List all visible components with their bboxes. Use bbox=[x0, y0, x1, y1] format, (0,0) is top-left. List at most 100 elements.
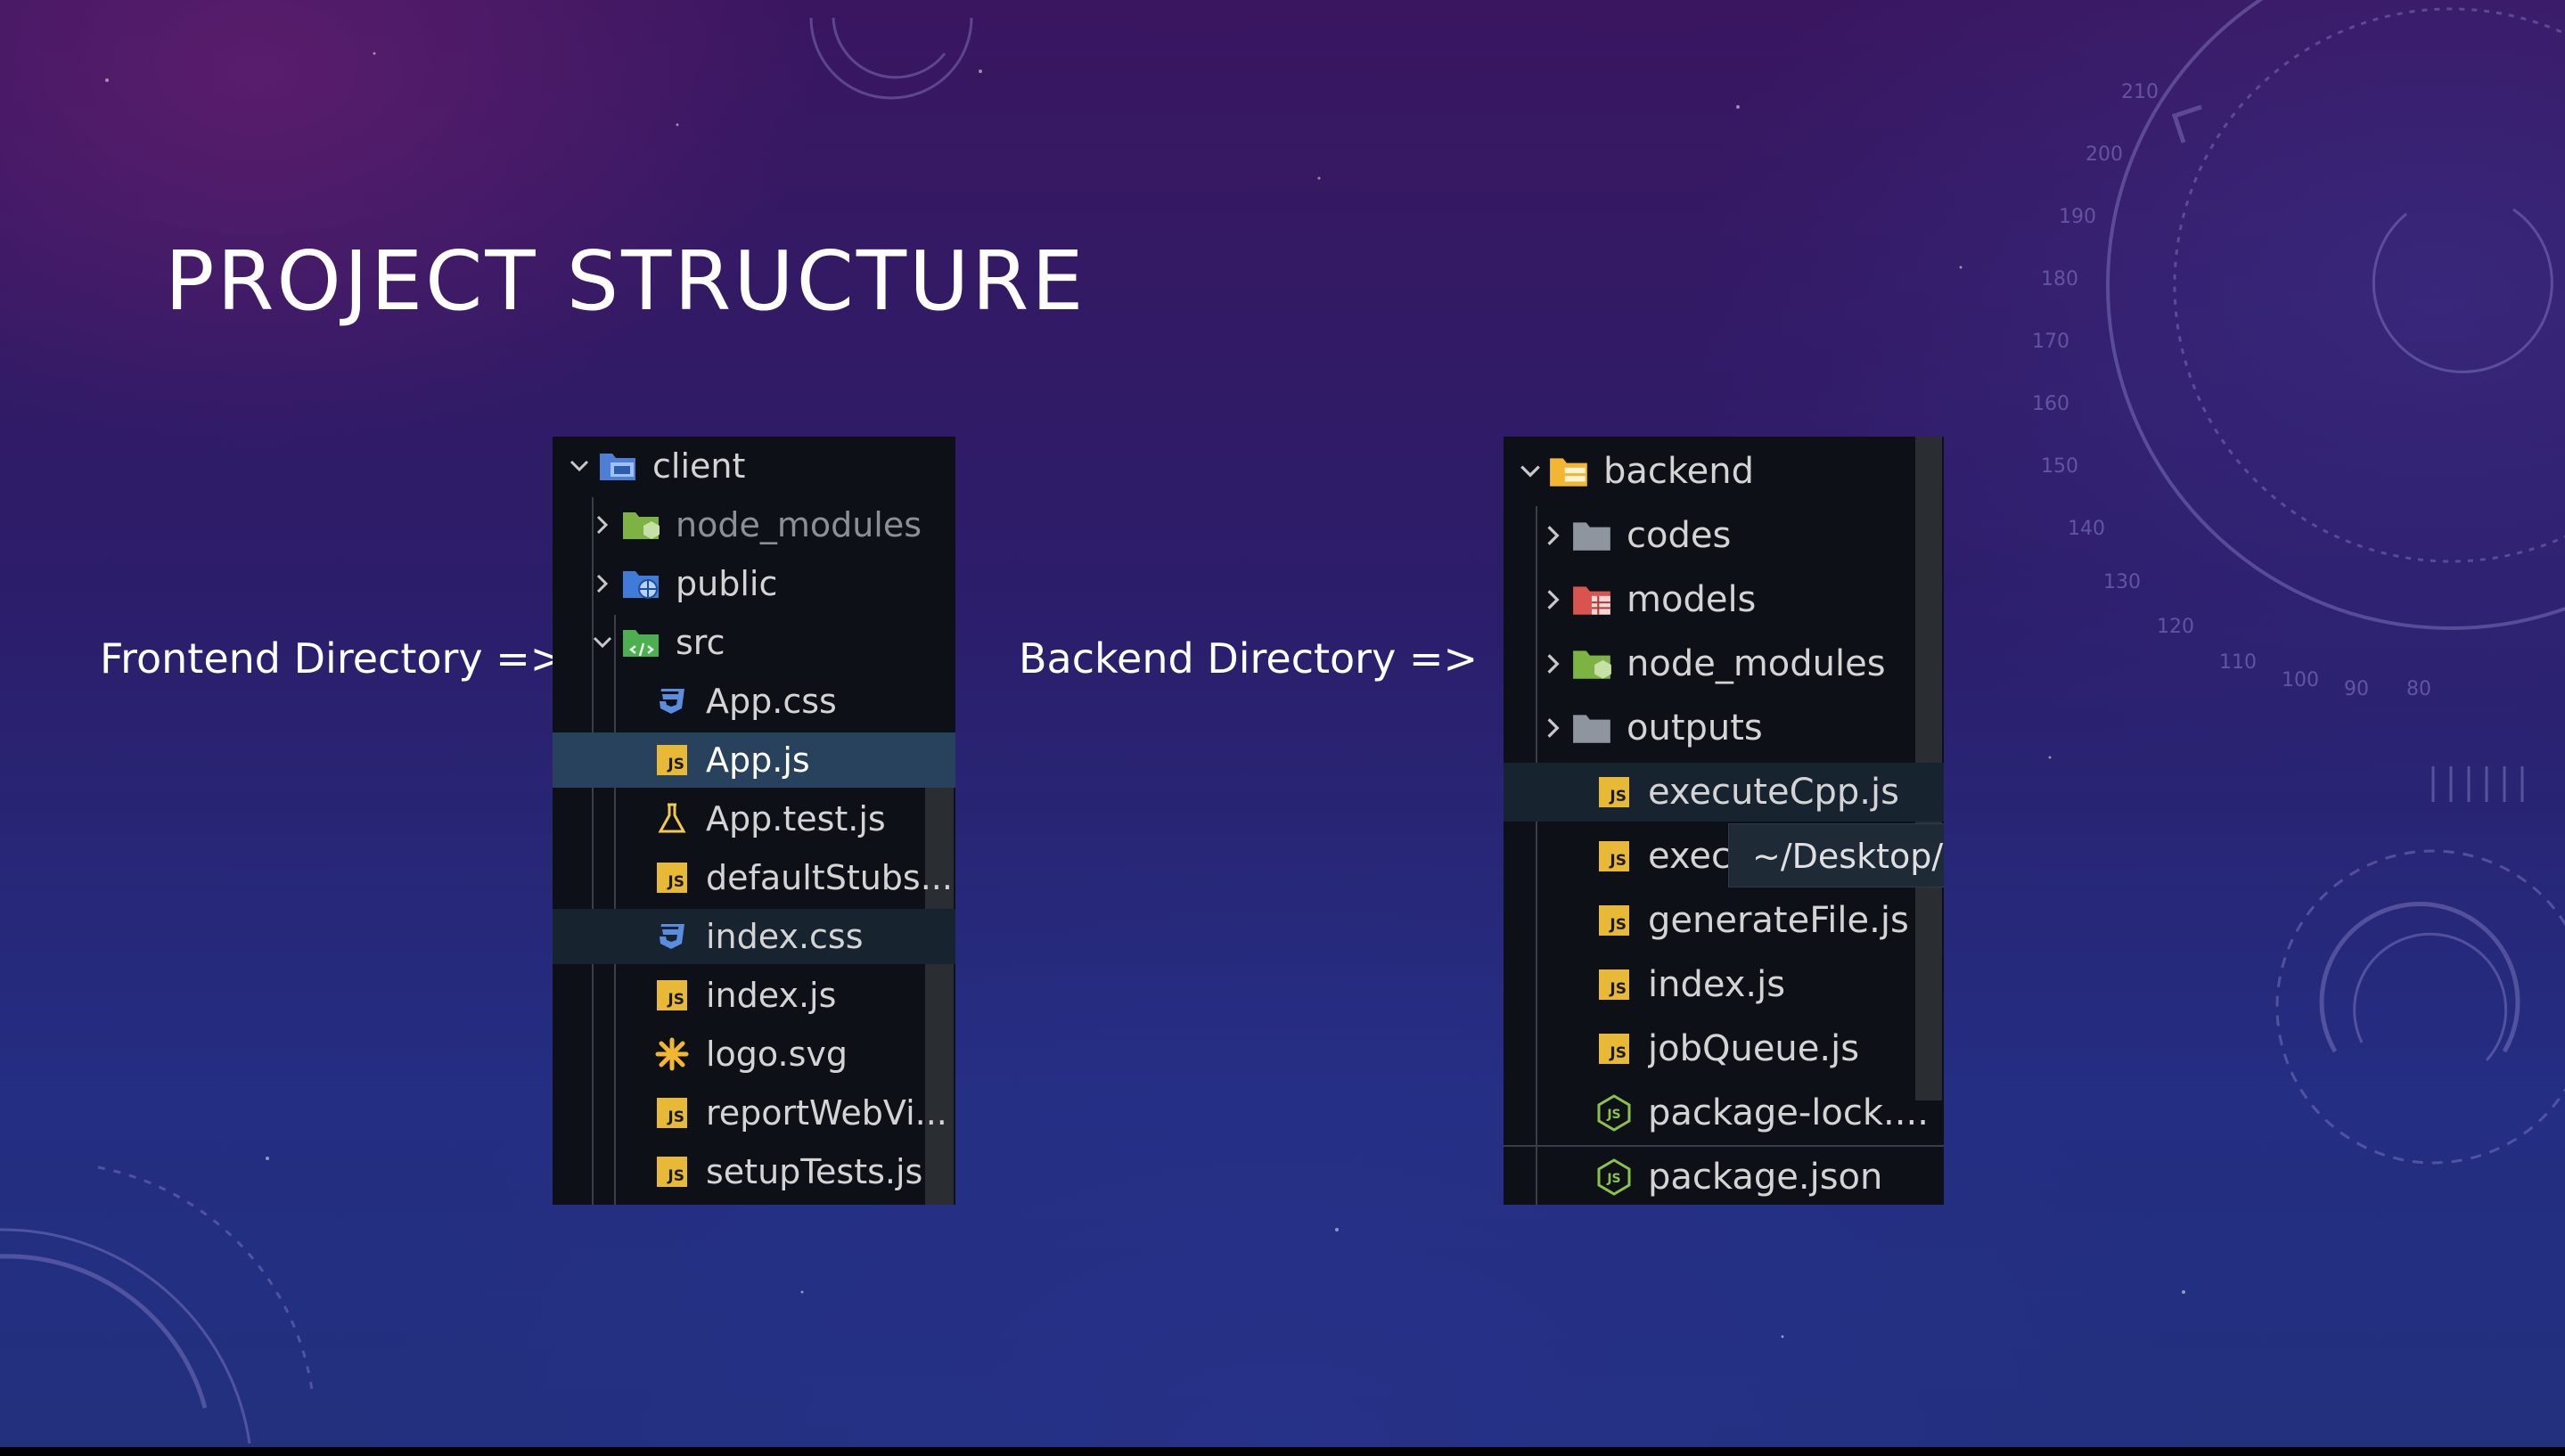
css-file-icon bbox=[651, 680, 693, 723]
tree-item-outputs[interactable]: outputs bbox=[1504, 699, 1944, 757]
tree-item-label: src bbox=[676, 623, 725, 662]
tree-item-label: index.css bbox=[706, 917, 864, 956]
tree-item-node-modules[interactable]: node_modules bbox=[1504, 634, 1944, 693]
svg-text:110: 110 bbox=[2219, 651, 2257, 674]
models-folder-icon bbox=[1571, 578, 1614, 621]
svg-text:140: 140 bbox=[2068, 518, 2105, 540]
tree-item-src[interactable]: src bbox=[553, 615, 955, 670]
svg-text:210: 210 bbox=[2121, 81, 2159, 103]
tree-item-backend[interactable]: backend bbox=[1504, 442, 1944, 501]
tree-item-label: exec bbox=[1648, 836, 1731, 877]
client-folder-icon bbox=[597, 445, 640, 487]
tree-item-label: codes bbox=[1627, 515, 1732, 556]
path-tooltip: ~/Desktop/F bbox=[1728, 823, 1944, 888]
backend-explorer: backend codes models node_modules output… bbox=[1504, 437, 1944, 1205]
chevron-down-icon bbox=[585, 631, 620, 654]
tree-item-label: App.js bbox=[706, 740, 810, 780]
tree-item-package-json[interactable]: JS package.json bbox=[1504, 1148, 1944, 1205]
tree-item-label: jobQueue.js bbox=[1648, 1028, 1860, 1069]
tree-item-public[interactable]: public bbox=[553, 556, 955, 611]
svg-text:120: 120 bbox=[2157, 616, 2194, 638]
tree-item-setup-tests[interactable]: JS setupTests.js bbox=[553, 1144, 955, 1199]
node-folder-icon bbox=[1571, 642, 1614, 685]
tree-item-label: client bbox=[652, 446, 746, 486]
tree-item-label: node_modules bbox=[676, 505, 922, 544]
svg-text:200: 200 bbox=[2086, 143, 2123, 166]
tree-item-default-stubs[interactable]: JS defaultStubs... bbox=[553, 850, 955, 905]
js-file-icon: JS bbox=[1593, 899, 1635, 942]
tree-item-label: App.test.js bbox=[706, 799, 886, 838]
tree-item-job-queue[interactable]: JS jobQueue.js bbox=[1504, 1019, 1944, 1078]
js-file-icon: JS bbox=[1593, 835, 1635, 878]
tree-item-label: index.js bbox=[706, 976, 837, 1015]
slide-title: PROJECT STRUCTURE bbox=[165, 233, 1086, 329]
chevron-down-icon bbox=[561, 454, 597, 478]
svg-text:JS: JS bbox=[1606, 1108, 1620, 1122]
chevron-right-icon bbox=[585, 572, 620, 595]
node-hex-icon: JS bbox=[1593, 1156, 1635, 1198]
tree-item-codes[interactable]: codes bbox=[1504, 506, 1944, 565]
node-folder-icon bbox=[620, 503, 663, 546]
tree-item-label: logo.svg bbox=[706, 1035, 848, 1074]
tree-item-app-css[interactable]: App.css bbox=[553, 674, 955, 729]
tree-item-node-modules[interactable]: node_modules bbox=[553, 497, 955, 552]
tree-item-logo-svg[interactable]: logo.svg bbox=[553, 1027, 955, 1082]
tree-item-label: index.js bbox=[1648, 964, 1786, 1005]
chevron-right-icon bbox=[1536, 523, 1571, 548]
svg-text:130: 130 bbox=[2103, 571, 2141, 593]
svg-asterisk-icon bbox=[651, 1033, 693, 1076]
tree-item-label: outputs bbox=[1627, 708, 1763, 748]
tree-item-package-lock[interactable]: JS package-lock.... bbox=[1504, 1084, 1944, 1142]
folder-icon bbox=[1571, 707, 1614, 749]
src-folder-icon bbox=[620, 621, 663, 664]
tree-item-report-web-vitals[interactable]: JS reportWebVi... bbox=[553, 1085, 955, 1141]
tree-item-label: generateFile.js bbox=[1648, 900, 1909, 941]
tree-item-label: package.json bbox=[1648, 1157, 1883, 1198]
tree-item-index-js[interactable]: JS index.js bbox=[553, 968, 955, 1023]
tree-item-label: node_modules bbox=[1627, 643, 1886, 684]
js-file-icon: JS bbox=[651, 974, 693, 1017]
tree-item-index-css[interactable]: index.css bbox=[553, 909, 955, 964]
svg-text:170: 170 bbox=[2032, 331, 2069, 353]
chevron-right-icon bbox=[1536, 651, 1571, 676]
tree-item-app-js[interactable]: JS App.js bbox=[553, 732, 955, 788]
tree-item-models[interactable]: models bbox=[1504, 570, 1944, 629]
js-file-icon: JS bbox=[651, 1150, 693, 1193]
tree-item-index-js[interactable]: JS index.js bbox=[1504, 955, 1944, 1014]
server-folder-icon bbox=[1548, 450, 1591, 493]
backend-label: Backend Directory => bbox=[1019, 634, 1479, 683]
tree-item-label: package-lock.... bbox=[1648, 1092, 1929, 1133]
tree-item-client[interactable]: client bbox=[553, 438, 955, 494]
svg-text:80: 80 bbox=[2406, 678, 2431, 700]
bottom-bar bbox=[0, 1447, 2565, 1456]
js-file-icon: JS bbox=[651, 856, 693, 899]
js-file-icon: JS bbox=[651, 739, 693, 781]
tree-item-app-test-js[interactable]: App.test.js bbox=[553, 791, 955, 847]
node-hex-icon: JS bbox=[1593, 1092, 1635, 1134]
js-file-icon: JS bbox=[1593, 771, 1635, 814]
js-file-icon: JS bbox=[1593, 963, 1635, 1006]
chevron-right-icon bbox=[1536, 716, 1571, 740]
chevron-right-icon bbox=[1536, 587, 1571, 612]
tree-item-label: setupTests.js bbox=[706, 1152, 923, 1191]
js-file-icon: JS bbox=[1593, 1027, 1635, 1070]
frontend-explorer: client node_modules public src App.css J… bbox=[553, 437, 955, 1205]
globe-folder-icon bbox=[620, 562, 663, 605]
background-decoration: 210 200 190 180 170 160 150 140 130 120 … bbox=[0, 0, 2565, 1444]
divider bbox=[1504, 1145, 1944, 1147]
svg-text:160: 160 bbox=[2032, 393, 2069, 415]
test-flask-icon bbox=[651, 798, 693, 840]
css-file-icon bbox=[651, 915, 693, 958]
svg-text:190: 190 bbox=[2059, 206, 2096, 228]
frontend-label: Frontend Directory => bbox=[100, 634, 565, 683]
tree-item-generate-file[interactable]: JS generateFile.js bbox=[1504, 891, 1944, 950]
tree-item-label: backend bbox=[1603, 451, 1754, 492]
tree-item-label: executeCpp.js bbox=[1648, 772, 1899, 813]
chevron-down-icon bbox=[1512, 459, 1548, 484]
tree-item-execute-cpp[interactable]: JS executeCpp.js bbox=[1504, 763, 1944, 822]
svg-text:180: 180 bbox=[2041, 268, 2078, 290]
tree-item-label: defaultStubs... bbox=[706, 858, 953, 897]
svg-text:100: 100 bbox=[2282, 669, 2319, 691]
tree-item-label: App.css bbox=[706, 682, 837, 721]
tree-item-label: public bbox=[676, 564, 778, 603]
